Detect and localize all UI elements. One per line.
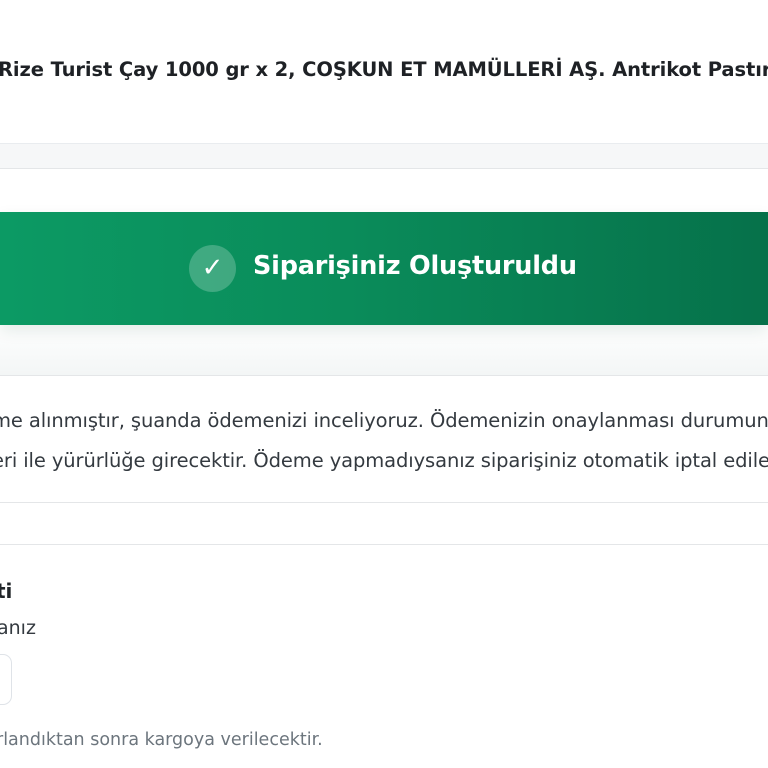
section-spacer xyxy=(0,503,768,545)
order-confirmation-page: Rize Turist Çay 1000 gr x 2, COŞKUN ET M… xyxy=(0,0,768,768)
product-summary-title: Rize Turist Çay 1000 gr x 2, COŞKUN ET M… xyxy=(0,58,768,81)
payment-info-section xyxy=(0,376,768,503)
order-detail-heading: ti xyxy=(0,579,13,603)
order-success-title: Siparişiniz Oluşturuldu xyxy=(253,251,577,281)
product-summary-header: Rize Turist Çay 1000 gr x 2, COŞKUN ET M… xyxy=(0,0,768,144)
order-detail-subtext: anız xyxy=(0,617,36,639)
payment-info-text-line-2: eri ile yürürlüğe girecektir. Ödeme yapm… xyxy=(0,449,768,472)
order-detail-box xyxy=(0,654,12,705)
section-divider-band xyxy=(0,144,768,169)
shipping-note: rlandıktan sonra kargoya verilecektir. xyxy=(0,730,323,750)
payment-info-text-line-1: me alınmıştır, şuanda ödemenizi inceliyo… xyxy=(0,409,768,432)
check-icon: ✓ xyxy=(189,245,236,292)
